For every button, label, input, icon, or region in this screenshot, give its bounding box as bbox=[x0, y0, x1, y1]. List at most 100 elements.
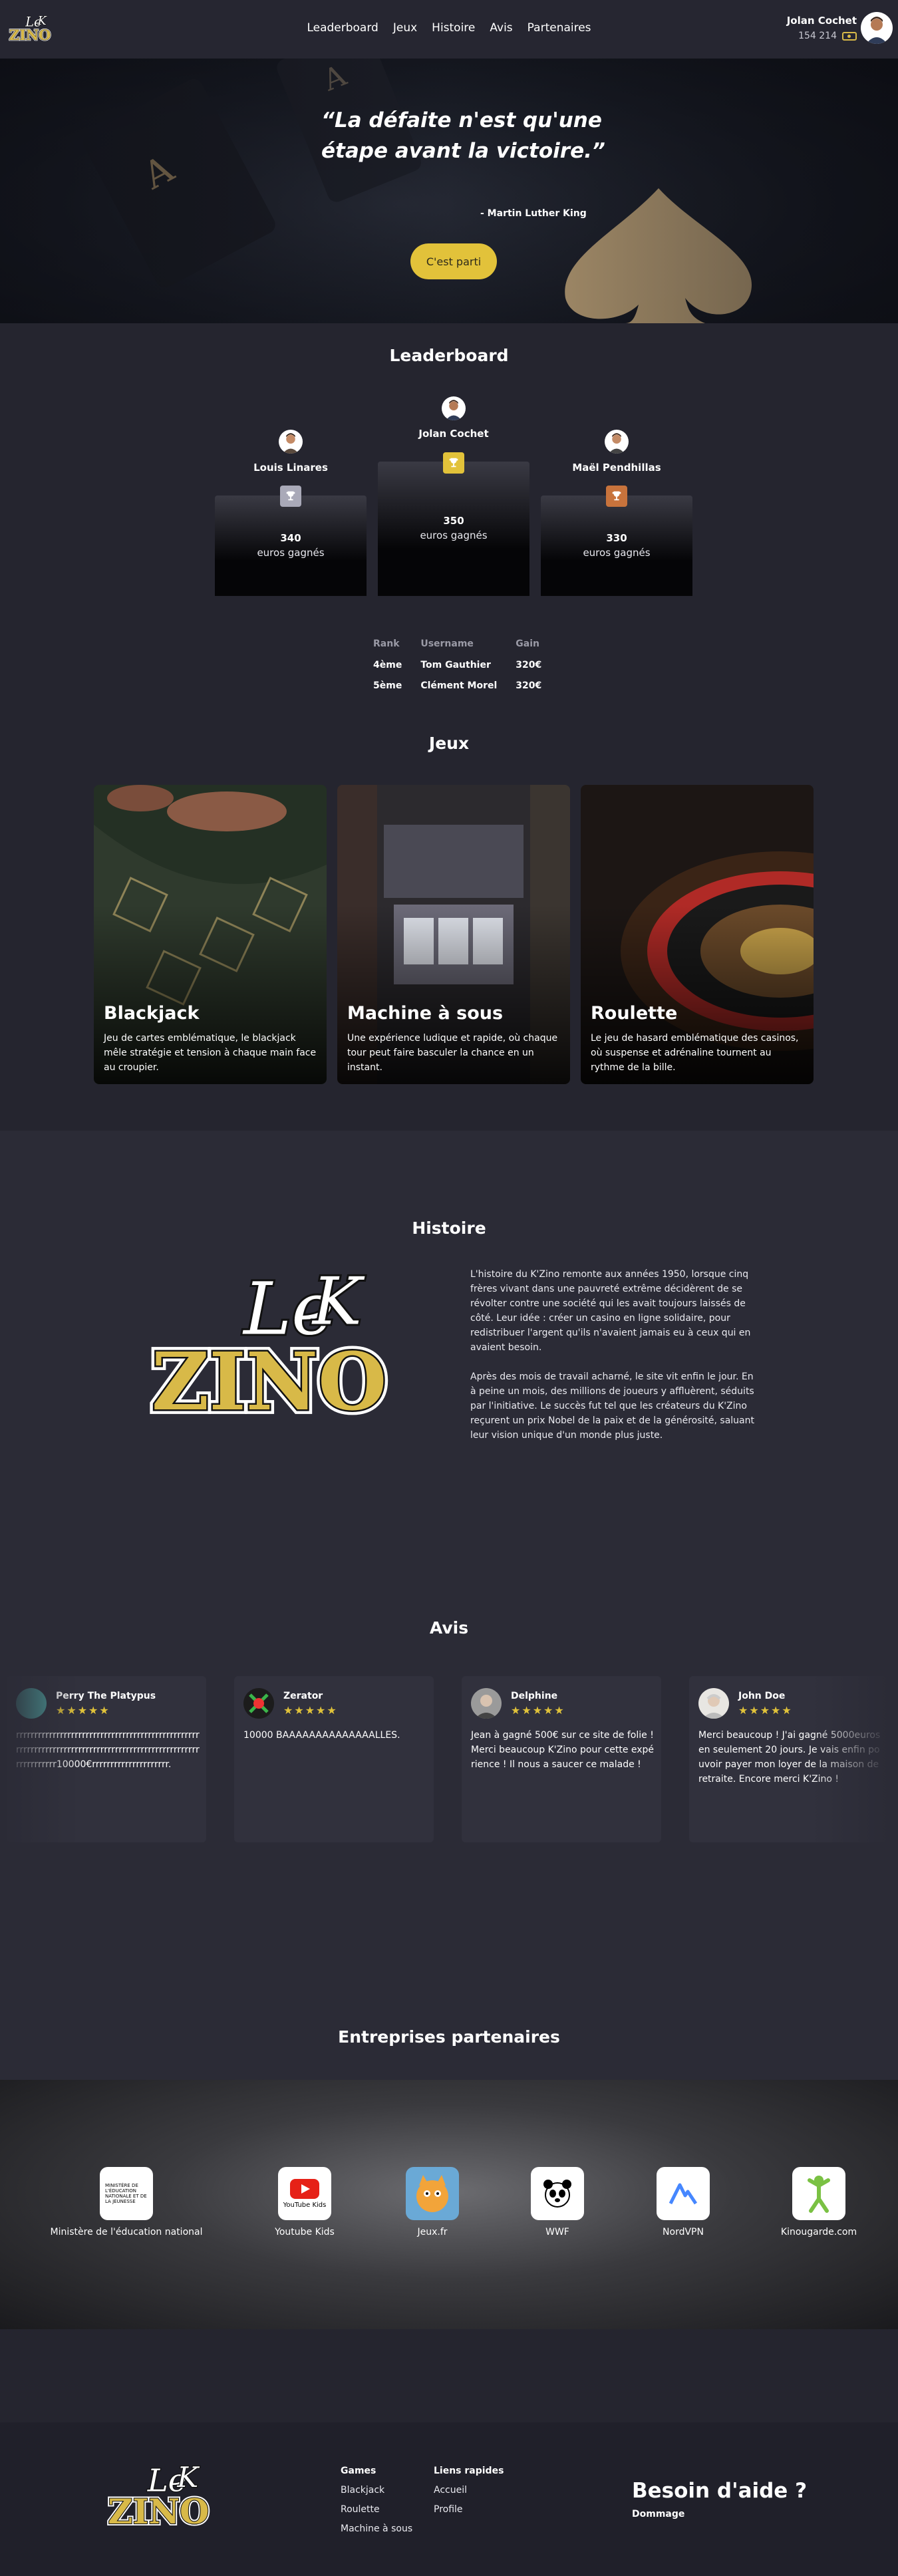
review-author: John Doe bbox=[738, 1691, 786, 1701]
partner-wwf[interactable]: WWF bbox=[504, 2167, 611, 2237]
review-stars: ★★★★★ bbox=[738, 1704, 793, 1717]
hero-quote: “La défaite n'est qu'une étape avant la … bbox=[321, 108, 605, 163]
histoire-paragraph: L'histoire du K'Zino remonte aux années … bbox=[470, 1269, 751, 1353]
review-stars: ★★★★★ bbox=[283, 1704, 338, 1717]
review-avatar bbox=[471, 1688, 502, 1719]
partner-jeux-fr[interactable]: Jeux.fr bbox=[379, 2167, 486, 2237]
review-card: Delphine ★★★★★ Jean à gagné 500€ sur ce … bbox=[462, 1676, 661, 1842]
partner-youtube-kids[interactable]: YouTube Kids Youtube Kids bbox=[251, 2167, 358, 2237]
podium-avatar-first bbox=[442, 396, 466, 420]
histoire-text: L'histoire du K'Zino remonte aux années … bbox=[470, 1267, 756, 1443]
footer-link-blackjack[interactable]: Blackjack bbox=[341, 2485, 384, 2496]
game-description: Une expérience ludique et rapide, où cha… bbox=[347, 1033, 558, 1073]
footer-quick-links-title: Liens rapides bbox=[434, 2466, 504, 2476]
nav-link-leaderboard[interactable]: Leaderboard bbox=[307, 21, 378, 35]
avis-title: Avis bbox=[429, 1618, 469, 1638]
username-cell: Tom Gauthier bbox=[420, 660, 491, 670]
nordvpn-logo-icon bbox=[657, 2167, 710, 2220]
podium-third bbox=[541, 496, 692, 596]
footer-link-home[interactable]: Accueil bbox=[434, 2485, 467, 2496]
table-row: 4ème Tom Gauthier 320€ bbox=[373, 656, 560, 677]
histoire-paragraph: Après des mois de travail acharné, le si… bbox=[470, 1371, 754, 1441]
game-description: Jeu de cartes emblématique, le blackjack… bbox=[104, 1033, 317, 1073]
partner-name: Youtube Kids bbox=[275, 2227, 335, 2237]
partner-education[interactable]: MINISTÈRE DE L'ÉDUCATION NATIONALE ET DE… bbox=[47, 2167, 206, 2237]
nav-link-avis[interactable]: Avis bbox=[490, 21, 512, 35]
user-info[interactable]: Jolan Cochet 154 214 bbox=[787, 15, 857, 41]
nav-link-jeux[interactable]: Jeux bbox=[393, 21, 417, 35]
nav-link-histoire[interactable]: Histoire bbox=[432, 21, 475, 35]
nav-link-partenaires[interactable]: Partenaires bbox=[527, 21, 591, 35]
panda-icon bbox=[531, 2167, 584, 2220]
partner-name: Ministère de l'éducation national bbox=[50, 2227, 203, 2237]
rank-cell: 4ème bbox=[373, 660, 402, 670]
game-card-slots[interactable]: Machine à sous Une expérience ludique et… bbox=[337, 785, 570, 1084]
histoire-title: Histoire bbox=[412, 1218, 486, 1238]
podium-name-third: Maël Pendhillas bbox=[572, 462, 661, 474]
podium-label-second: euros gagnés bbox=[257, 547, 325, 559]
top-nav: Leaderboard Jeux Histoire Avis Partenair… bbox=[0, 0, 898, 59]
jeux-fr-logo-icon bbox=[406, 2167, 459, 2220]
kzino-logo-footer[interactable] bbox=[105, 2464, 218, 2533]
footer-link-slots[interactable]: Machine à sous bbox=[341, 2523, 412, 2534]
kinougarde-logo-icon bbox=[792, 2167, 845, 2220]
game-description: Le jeu de hasard emblématique des casino… bbox=[591, 1033, 799, 1073]
gold-trophy-icon bbox=[443, 452, 464, 474]
help-title: Besoin d'aide ? bbox=[632, 2479, 808, 2503]
podium-amount-second: 340 bbox=[280, 532, 301, 544]
partner-name: NordVPN bbox=[663, 2227, 704, 2237]
nav-links: Leaderboard Jeux Histoire Avis Partenair… bbox=[0, 21, 898, 35]
user-coins-value: 154 214 bbox=[798, 31, 837, 41]
leaderboard-title: Leaderboard bbox=[389, 346, 509, 365]
game-card-roulette[interactable]: Roulette Le jeu de hasard emblématique d… bbox=[581, 785, 814, 1084]
carousel-fade-right bbox=[812, 1663, 898, 1856]
podium-avatar-second bbox=[279, 430, 303, 454]
game-card-blackjack[interactable]: Blackjack Jeu de cartes emblématique, le… bbox=[94, 785, 327, 1084]
rank-cell: 5ème bbox=[373, 680, 402, 691]
review-text: Jean à gagné 500€ sur ce site de folie !… bbox=[471, 1730, 655, 1770]
user-name: Jolan Cochet bbox=[786, 15, 857, 27]
banknote-icon bbox=[842, 31, 857, 41]
partners-title: Entreprises partenaires bbox=[338, 2027, 560, 2047]
youtube-kids-logo-icon: YouTube Kids bbox=[278, 2167, 331, 2220]
partner-name: Jeux.fr bbox=[417, 2227, 448, 2237]
gain-header: Gain bbox=[516, 639, 539, 649]
user-avatar[interactable] bbox=[861, 12, 893, 44]
review-card: Zerator ★★★★★ 10000 BAAAAAAAAAAAAAALLES. bbox=[234, 1676, 434, 1842]
partner-name: WWF bbox=[545, 2227, 569, 2237]
kzino-logo-large bbox=[145, 1270, 408, 1430]
partner-nordvpn[interactable]: NordVPN bbox=[630, 2167, 736, 2237]
podium-amount-third: 330 bbox=[606, 532, 627, 544]
bronze-trophy-icon bbox=[606, 486, 627, 507]
partner-name: Kinougarde.com bbox=[780, 2227, 857, 2237]
username-cell: Clément Morel bbox=[420, 680, 498, 691]
hero-quote-author: - Martin Luther King bbox=[480, 208, 587, 219]
help-subtitle: Dommage bbox=[632, 2509, 685, 2519]
youtube-kids-logo-text: YouTube Kids bbox=[283, 2201, 327, 2209]
review-text: 10000 BAAAAAAAAAAAAAALLES. bbox=[243, 1730, 400, 1741]
rank-table: Rank Username Gain 4ème Tom Gauthier 320… bbox=[373, 639, 560, 698]
footer-link-roulette[interactable]: Roulette bbox=[341, 2504, 380, 2515]
user-balance: 154 214 bbox=[787, 31, 857, 41]
review-author: Zerator bbox=[283, 1691, 323, 1701]
game-title: Roulette bbox=[591, 1003, 678, 1024]
podium-label-first: euros gagnés bbox=[420, 529, 488, 541]
review-avatar bbox=[243, 1688, 274, 1719]
start-button[interactable]: C'est parti bbox=[410, 243, 497, 279]
game-title: Machine à sous bbox=[347, 1003, 504, 1024]
username-header: Username bbox=[420, 639, 474, 649]
ministere-logo-icon: MINISTÈRE DE L'ÉDUCATION NATIONALE ET DE… bbox=[100, 2167, 153, 2220]
podium-avatar-third bbox=[605, 430, 629, 454]
podium-name-first: Jolan Cochet bbox=[418, 428, 489, 440]
gain-cell: 320€ bbox=[516, 660, 542, 670]
podium-second bbox=[215, 496, 367, 596]
review-author: Delphine bbox=[511, 1691, 558, 1701]
review-stars: ★★★★★ bbox=[511, 1704, 565, 1717]
rank-header: Rank bbox=[373, 639, 400, 649]
review-avatar bbox=[698, 1688, 729, 1719]
footer-link-profile[interactable]: Profile bbox=[434, 2504, 463, 2515]
podium-first bbox=[378, 462, 529, 596]
podium-label-third: euros gagnés bbox=[583, 547, 651, 559]
partner-kinougarde[interactable]: Kinougarde.com bbox=[766, 2167, 872, 2237]
podium-name-second: Louis Linares bbox=[253, 462, 328, 474]
